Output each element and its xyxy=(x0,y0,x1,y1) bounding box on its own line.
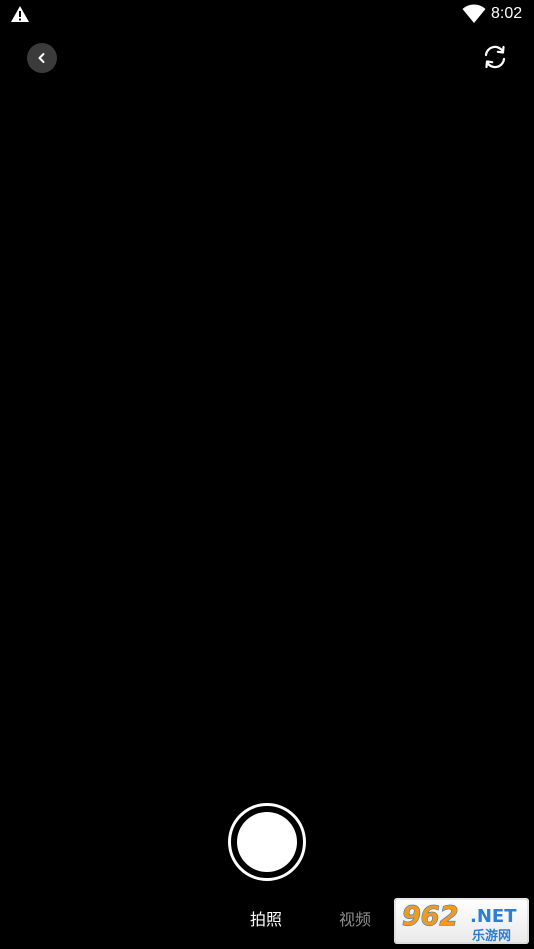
shutter-button[interactable] xyxy=(228,803,306,881)
svg-text:.NET: .NET xyxy=(470,906,517,927)
camera-switch-icon xyxy=(484,45,506,69)
switch-camera-button[interactable] xyxy=(479,41,511,73)
svg-text:乐游网: 乐游网 xyxy=(472,928,511,944)
camera-viewfinder[interactable] xyxy=(0,80,534,790)
warning-icon xyxy=(11,6,29,22)
status-bar: 8:02 xyxy=(0,0,534,28)
shutter-inner xyxy=(237,812,297,872)
svg-text:962: 962 xyxy=(402,901,458,932)
camera-screen: 8:02 拍照 视频 962 .NET 乐游网 xyxy=(0,0,534,949)
status-time: 8:02 xyxy=(491,5,523,22)
wifi-icon xyxy=(462,4,486,23)
tab-video[interactable]: 视频 xyxy=(339,909,371,931)
back-button[interactable] xyxy=(27,43,57,73)
tab-photo[interactable]: 拍照 xyxy=(250,909,282,931)
chevron-left-icon xyxy=(38,53,45,63)
watermark-graphic: 962 .NET 乐游网 xyxy=(394,898,529,944)
watermark-logo: 962 .NET 乐游网 xyxy=(394,898,529,944)
